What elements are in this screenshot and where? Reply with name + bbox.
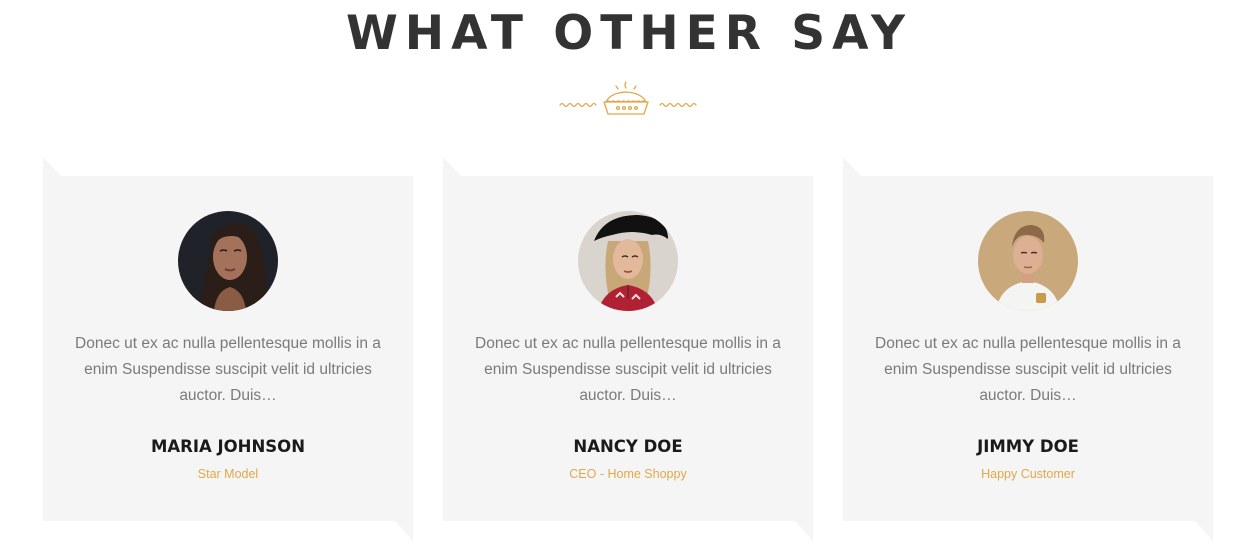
testimonial-quote: Donec ut ex ac nulla pellentesque mollis… <box>475 335 781 404</box>
testimonial-name: NANCY DOE <box>573 437 683 456</box>
testimonial-name: JIMMY DOE <box>977 437 1079 456</box>
testimonial-role: CEO - Home Shoppy <box>569 467 687 481</box>
testimonial-card: Donec ut ex ac nulla pellentesque mollis… <box>443 157 813 541</box>
avatar <box>978 211 1078 311</box>
testimonial-role: Happy Customer <box>981 467 1075 481</box>
section-title: WHAT OTHER SAY <box>345 6 913 61</box>
testimonial-quote: Donec ut ex ac nulla pellentesque mollis… <box>75 335 381 404</box>
testimonial-role: Star Model <box>197 467 259 481</box>
testimonial-quote: Donec ut ex ac nulla pellentesque mollis… <box>875 335 1181 404</box>
testimonial-card: Donec ut ex ac nulla pellentesque mollis… <box>43 157 413 541</box>
divider <box>558 78 698 120</box>
pie-icon <box>559 81 697 115</box>
avatar <box>178 211 278 311</box>
avatar <box>578 211 678 311</box>
testimonial-name: MARIA JOHNSON <box>150 437 306 456</box>
testimonial-card: Donec ut ex ac nulla pellentesque mollis… <box>843 157 1213 541</box>
